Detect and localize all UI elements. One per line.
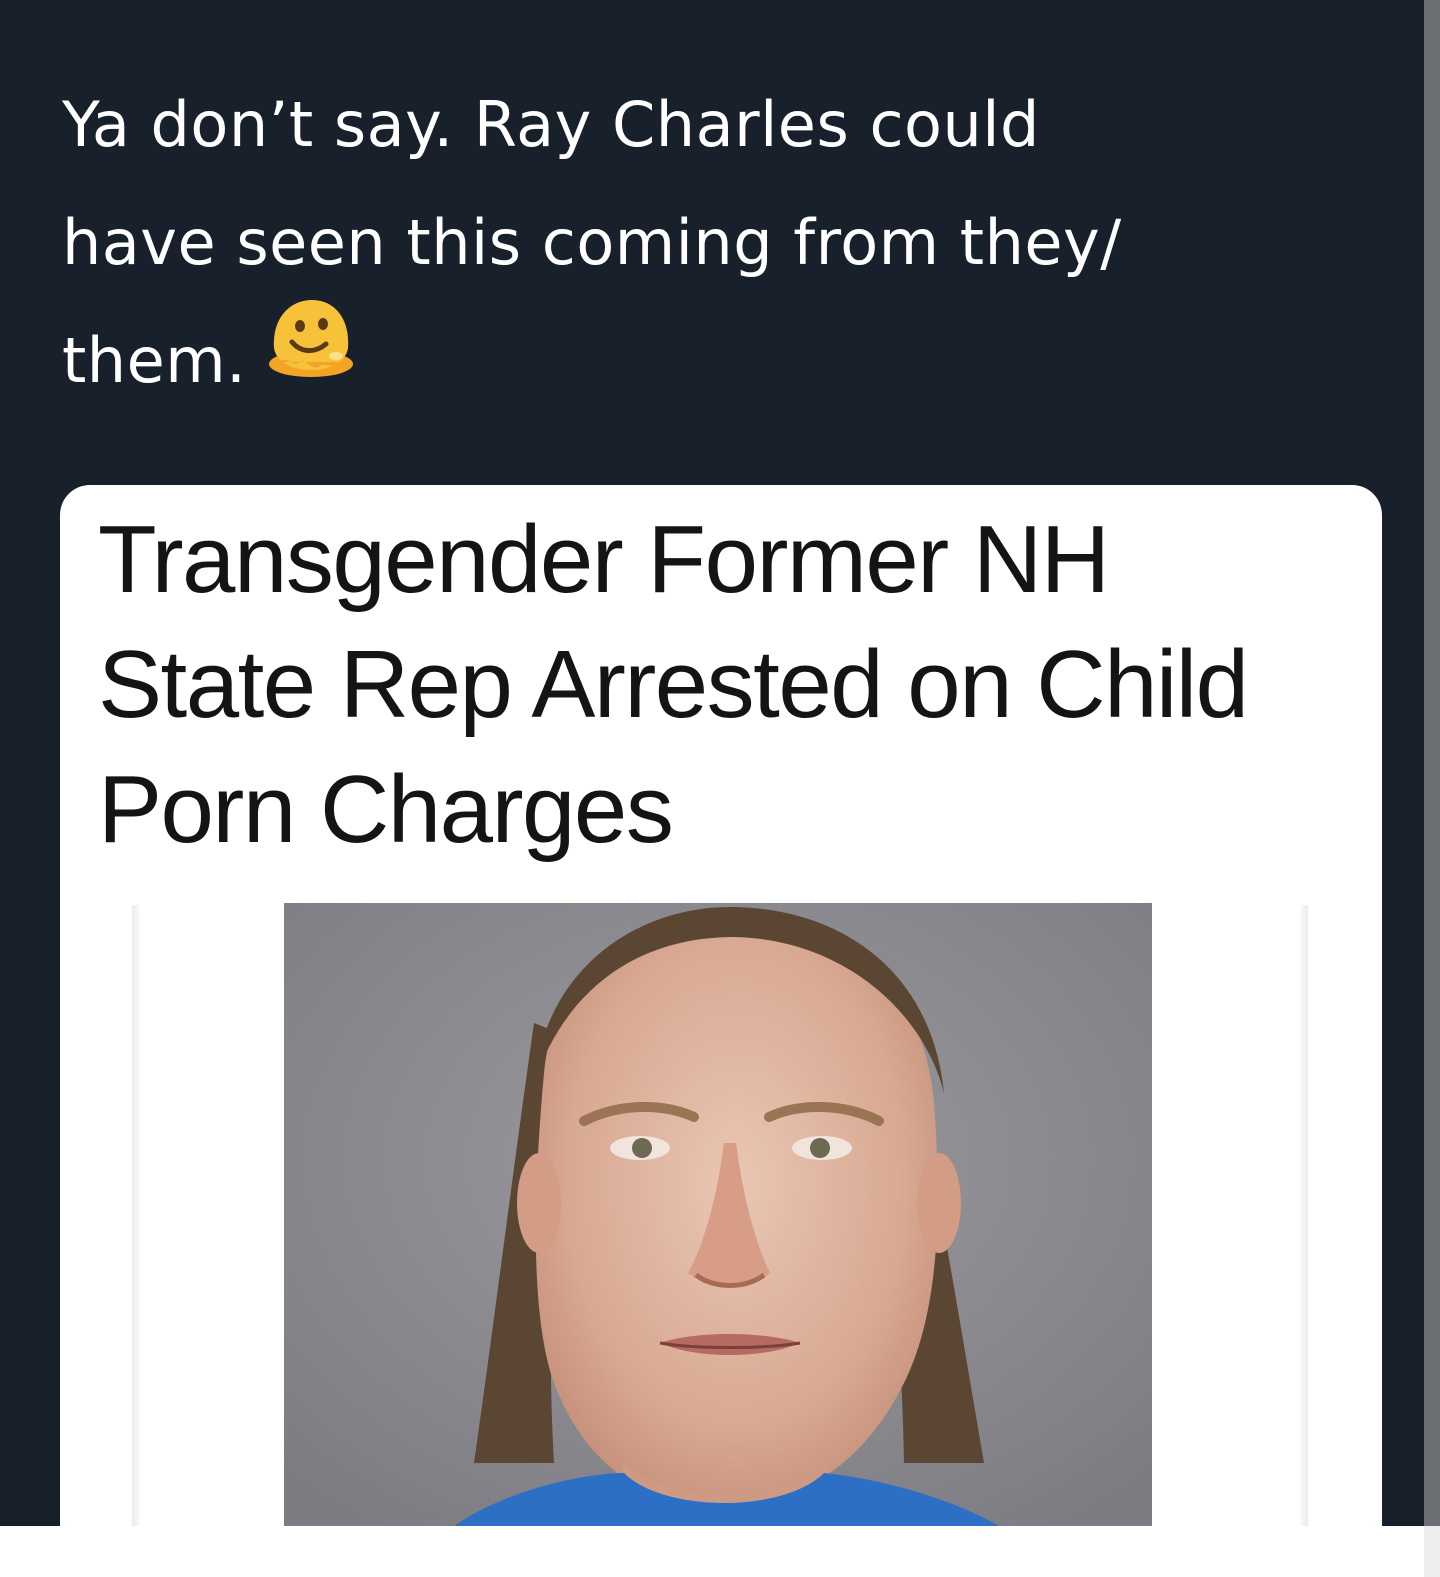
image-gutter-right [1300, 905, 1308, 1526]
news-headline: Transgender Former NH State Rep Arrested… [98, 497, 1378, 872]
headline-line: Porn Charges [98, 756, 674, 863]
tweet-text-line: Ya don’t say. Ray Charles could [62, 88, 1040, 161]
tweet-text-line-end: them. [62, 324, 247, 397]
headline-line: State Rep Arrested on Child [98, 631, 1249, 738]
news-card[interactable]: Transgender Former NH State Rep Arrested… [60, 485, 1382, 1526]
melting-face-emoji-icon [266, 296, 356, 418]
screen: Ya don’t say. Ray Charles could have see… [0, 0, 1440, 1577]
scrollbar-tail [1424, 1526, 1440, 1577]
headline-line: Transgender Former NH [98, 506, 1110, 613]
tweet-text-line: them. [62, 299, 1382, 426]
tweet-text: Ya don’t say. Ray Charles could have see… [62, 66, 1382, 426]
mugshot-photo [284, 903, 1152, 1526]
scrollbar[interactable] [1424, 0, 1440, 1526]
tweet-text-line: have seen this coming from they/ [62, 206, 1122, 279]
image-gutter-left [132, 905, 140, 1526]
bottom-strip [0, 1526, 1440, 1577]
